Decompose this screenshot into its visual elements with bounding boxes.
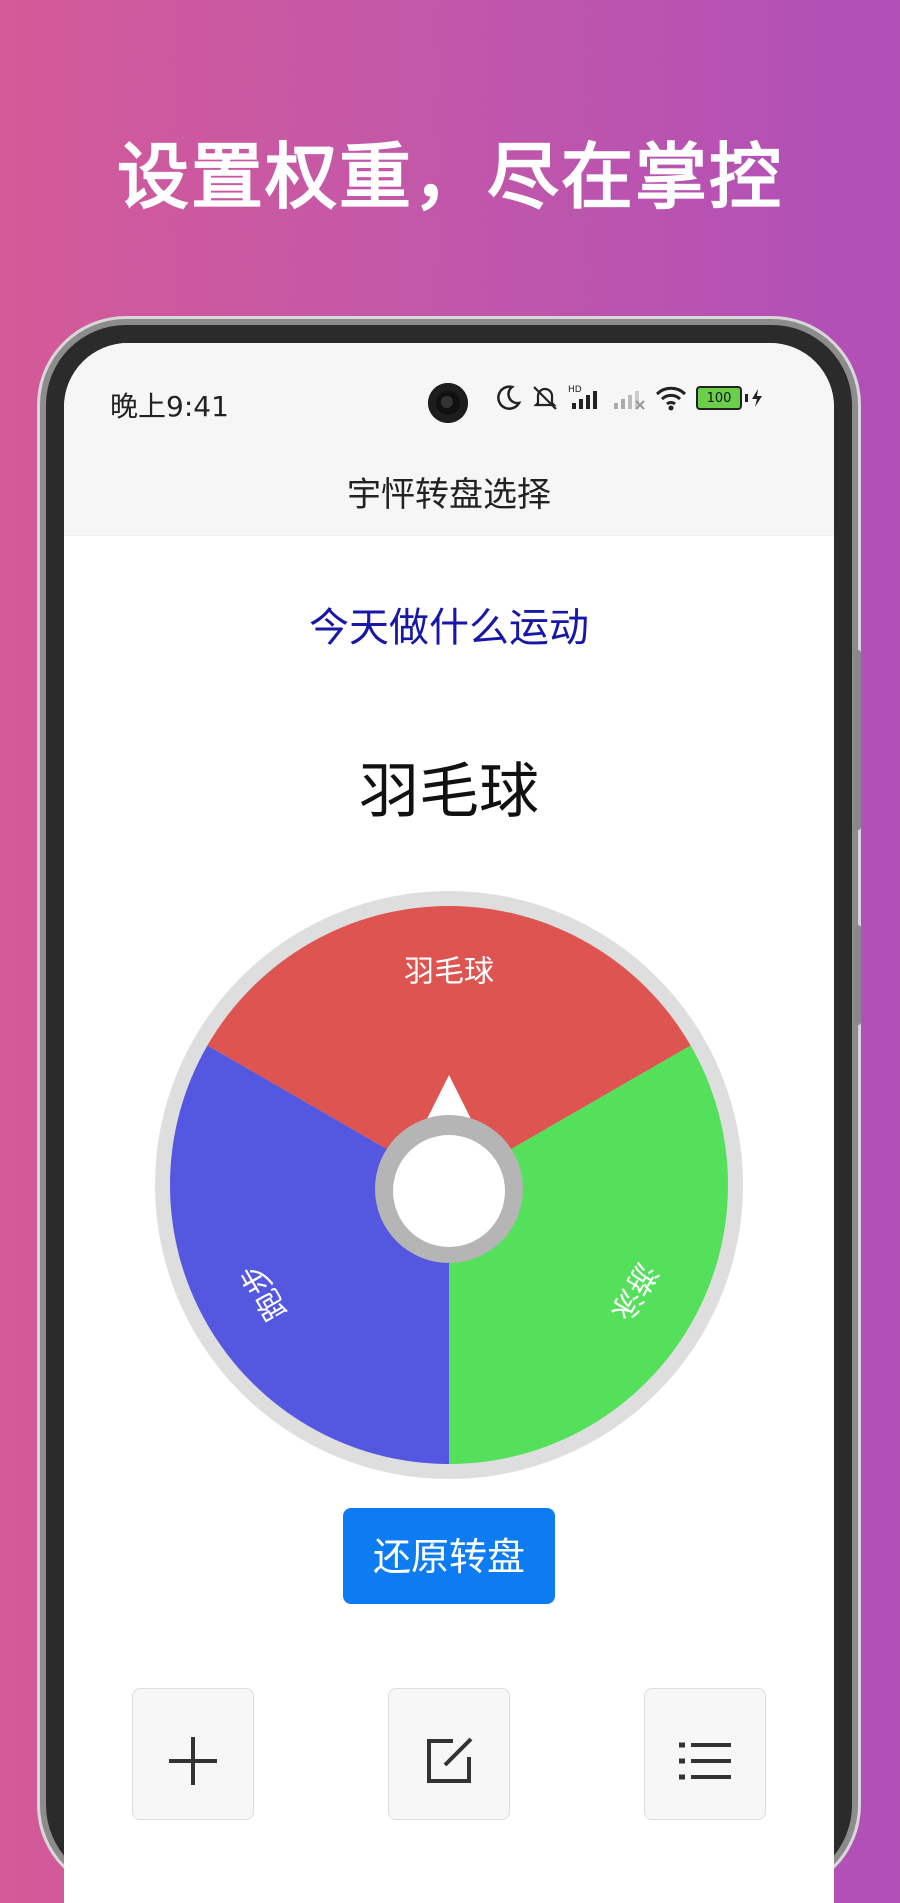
battery-icon: 100 bbox=[696, 386, 763, 410]
wheel-question: 今天做什么运动 bbox=[309, 605, 589, 651]
spin-wheel[interactable]: 羽毛球 游泳 跑步 bbox=[149, 885, 749, 1485]
phone-screen: 晚上9:41 HD 100 宇怦转盘选择 今天做什么运动 羽毛球 羽毛球 游泳 … bbox=[64, 343, 834, 1903]
muted-bell-icon bbox=[533, 386, 557, 410]
svg-text:HD: HD bbox=[568, 385, 582, 395]
power-button bbox=[855, 925, 861, 1025]
charging-icon bbox=[752, 389, 762, 407]
add-option-button[interactable] bbox=[132, 1688, 254, 1820]
volume-button bbox=[855, 650, 861, 830]
plus-icon bbox=[169, 1737, 217, 1785]
status-icons: HD 100 bbox=[494, 377, 763, 419]
wheel-graphic[interactable]: 羽毛球游泳跑步 bbox=[149, 885, 749, 1485]
status-time: 晚上9:41 bbox=[110, 390, 229, 423]
status-bar: 晚上9:41 HD 100 bbox=[64, 343, 834, 423]
app-bar: 宇怦转盘选择 bbox=[64, 423, 834, 536]
moon-icon bbox=[497, 385, 522, 410]
wheel-segment-label: 羽毛球 bbox=[404, 954, 494, 989]
signal-hd-icon: HD bbox=[568, 385, 597, 409]
spin-button[interactable] bbox=[393, 1135, 505, 1247]
front-camera bbox=[428, 383, 468, 423]
signal-weak-icon bbox=[614, 391, 645, 410]
edit-wheel-button[interactable] bbox=[388, 1688, 510, 1820]
app-title: 宇怦转盘选择 bbox=[347, 475, 551, 515]
reset-wheel-button[interactable]: 还原转盘 bbox=[343, 1508, 555, 1604]
promo-headline: 设置权重，尽在掌控 bbox=[116, 135, 783, 219]
phone-frame: 晚上9:41 HD 100 宇怦转盘选择 今天做什么运动 羽毛球 羽毛球 游泳 … bbox=[46, 325, 861, 1903]
wheel-result: 羽毛球 bbox=[359, 757, 539, 827]
edit-icon bbox=[427, 1737, 473, 1783]
battery-level: 100 bbox=[706, 390, 732, 406]
wheel-list-button[interactable] bbox=[644, 1688, 766, 1820]
list-icon bbox=[679, 1742, 731, 1780]
wifi-icon bbox=[655, 386, 687, 411]
